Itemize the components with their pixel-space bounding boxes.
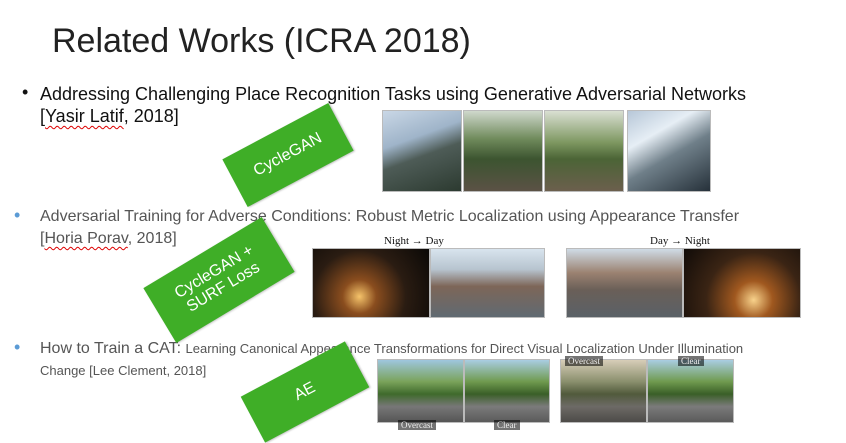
figure-day-street-generated xyxy=(430,248,545,318)
bullet-dot: • xyxy=(14,337,21,357)
tag-cyclegan: CycleGAN xyxy=(222,102,354,208)
overlay-overcast: Overcast xyxy=(565,356,603,366)
figure-overcast-road-2 xyxy=(560,359,647,423)
figure-snowy-rail xyxy=(382,110,462,192)
caption-night-to-day: Night → Day xyxy=(384,235,444,247)
author-name: Yasir Latif xyxy=(45,106,124,126)
figure-day-street xyxy=(566,248,683,318)
figure-night-street xyxy=(312,248,430,318)
figure-overcast-road xyxy=(377,359,464,423)
figure-clear-road-2 xyxy=(647,359,734,423)
bullet-text-lead: How to Train a CAT: xyxy=(40,340,186,357)
bullet-author: [Yasir Latif, 2018] xyxy=(40,105,179,127)
overlay-clear: Clear xyxy=(678,356,704,366)
overlay-clear: Clear xyxy=(494,420,520,430)
figure-snowy-rail-generated xyxy=(627,110,711,192)
bullet-text-line1: Addressing Challenging Place Recognition… xyxy=(40,84,747,104)
author-name: Horia Porav xyxy=(44,230,128,247)
bullet-text-line1: How to Train a CAT: Learning Canonical A… xyxy=(40,338,743,360)
figure-clear-road xyxy=(464,359,550,423)
bullet-text-line2: Change [Lee Clement, 2018] xyxy=(40,363,207,378)
overlay-overcast: Overcast xyxy=(398,420,436,430)
bullet-text-rest: Learning Canonical Appearance Transforma… xyxy=(185,341,744,356)
bullet-dot: • xyxy=(14,205,21,225)
caption-day-to-night: Day → Night xyxy=(650,235,710,247)
bullet-text-line1: Adversarial Training for Adverse Conditi… xyxy=(40,208,740,225)
figure-forest-rail-generated xyxy=(544,110,624,192)
slide-title: Related Works (ICRA 2018) xyxy=(52,22,471,60)
author-suffix: , 2018] xyxy=(123,106,179,126)
bullet-dot: • xyxy=(22,82,29,102)
figure-night-street-generated xyxy=(683,248,801,318)
figure-forest-rail xyxy=(463,110,543,192)
author-suffix: , 2018] xyxy=(127,230,177,247)
bullet-author: [Horia Porav, 2018] xyxy=(40,228,177,250)
